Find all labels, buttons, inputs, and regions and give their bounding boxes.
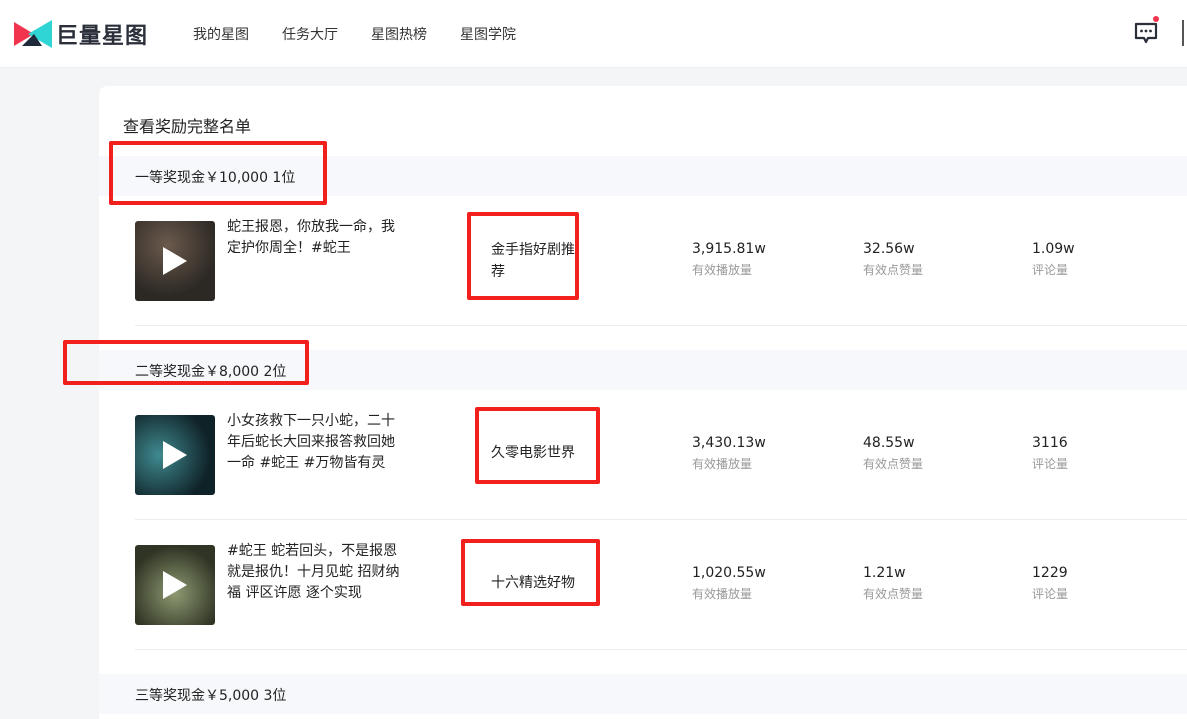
stat-likes: 32.56w 有效点赞量 — [863, 240, 923, 278]
app-name: 巨量星图 — [56, 24, 149, 49]
play-icon — [163, 247, 187, 275]
stat-label: 有效播放量 — [692, 457, 753, 471]
tier-label: 三等奖现金￥5,000 3位 — [135, 688, 287, 704]
notification-dot — [1153, 16, 1159, 22]
stat-likes: 48.55w 有效点赞量 — [863, 434, 923, 472]
video-title[interactable]: 蛇王报恩，你放我一命，我定护你周全！#蛇王 — [227, 217, 407, 259]
stat-likes: 1.21w 有效点赞量 — [863, 564, 923, 602]
stat-comments: 1.09w 评论量 — [1032, 240, 1075, 278]
stat-value: 48.55w — [863, 435, 915, 451]
stat-plays: 3,915.81w 有效播放量 — [692, 240, 766, 278]
video-title[interactable]: 小女孩救下一只小蛇，二十年后蛇长大回来报答救回她一命 #蛇王 #万物皆有灵 — [227, 411, 407, 474]
nav-item-my-xingtu[interactable]: 我的星图 — [193, 24, 249, 44]
stat-value: 1.09w — [1032, 241, 1075, 257]
main-nav: 我的星图 任务大厅 星图热榜 星图学院 — [193, 24, 549, 44]
message-icon — [1134, 22, 1158, 44]
stat-label: 有效点赞量 — [863, 457, 924, 471]
video-row: 蛇王报恩，你放我一命，我定护你周全！#蛇王 金手指好剧推荐 3,915.81w … — [135, 196, 1187, 326]
stat-value: 1.21w — [863, 565, 906, 581]
stat-value: 3,915.81w — [692, 241, 766, 257]
nav-item-academy[interactable]: 星图学院 — [460, 24, 516, 44]
stat-value: 1,020.55w — [692, 565, 766, 581]
stat-label: 评论量 — [1032, 587, 1069, 601]
author-name[interactable]: 十六精选好物 — [491, 572, 611, 594]
author-name[interactable]: 久零电影世界 — [491, 442, 611, 464]
video-thumbnail[interactable] — [135, 545, 215, 625]
play-icon — [163, 571, 187, 599]
stat-label: 有效点赞量 — [863, 587, 924, 601]
video-title[interactable]: #蛇王 蛇若回头，不是报恩就是报仇！十月见蛇 招财纳福 评区许愿 逐个实现 — [227, 541, 407, 604]
stat-comments: 1229 评论量 — [1032, 564, 1068, 602]
video-thumbnail[interactable] — [135, 415, 215, 495]
stat-label: 有效播放量 — [692, 587, 753, 601]
stat-plays: 1,020.55w 有效播放量 — [692, 564, 766, 602]
stat-value: 3116 — [1032, 435, 1068, 451]
message-button[interactable] — [1133, 16, 1161, 48]
stat-label: 有效播放量 — [692, 263, 753, 277]
stat-value: 3,430.13w — [692, 435, 766, 451]
stat-label: 评论量 — [1032, 457, 1069, 471]
logo[interactable]: 巨量星图 — [14, 18, 148, 50]
video-row: #蛇王 蛇若回头，不是报恩就是报仇！十月见蛇 招财纳福 评区许愿 逐个实现 十六… — [135, 520, 1187, 650]
stat-label: 评论量 — [1032, 263, 1069, 277]
stat-value: 32.56w — [863, 241, 915, 257]
author-name[interactable]: 金手指好剧推荐 — [491, 239, 581, 283]
video-row: 小女孩救下一只小蛇，二十年后蛇长大回来报答救回她一命 #蛇王 #万物皆有灵 久零… — [135, 390, 1187, 520]
nav-item-hot-list[interactable]: 星图热榜 — [371, 24, 427, 44]
video-thumbnail[interactable] — [135, 221, 215, 301]
stat-label: 有效点赞量 — [863, 263, 924, 277]
reward-list-panel: 查看奖励完整名单 一等奖现金￥10,000 1位 蛇王报恩，你放我一命，我定护你… — [99, 86, 1187, 719]
stat-plays: 3,430.13w 有效播放量 — [692, 434, 766, 472]
stat-comments: 3116 评论量 — [1032, 434, 1068, 472]
logo-icon — [14, 20, 52, 48]
tier-label: 二等奖现金￥8,000 2位 — [135, 364, 287, 380]
play-icon — [163, 441, 187, 469]
nav-item-task-hall[interactable]: 任务大厅 — [282, 24, 338, 44]
tier-header-third-prize: 三等奖现金￥5,000 3位 — [99, 674, 1187, 714]
divider — [1182, 20, 1184, 46]
tier-header-second-prize: 二等奖现金￥8,000 2位 — [99, 350, 1187, 390]
tier-header-first-prize: 一等奖现金￥10,000 1位 — [99, 156, 1187, 196]
tier-label: 一等奖现金￥10,000 1位 — [135, 170, 296, 186]
stat-value: 1229 — [1032, 565, 1068, 581]
page-title: 查看奖励完整名单 — [123, 117, 252, 136]
top-navigation-bar: 巨量星图 我的星图 任务大厅 星图热榜 星图学院 — [0, 0, 1187, 68]
